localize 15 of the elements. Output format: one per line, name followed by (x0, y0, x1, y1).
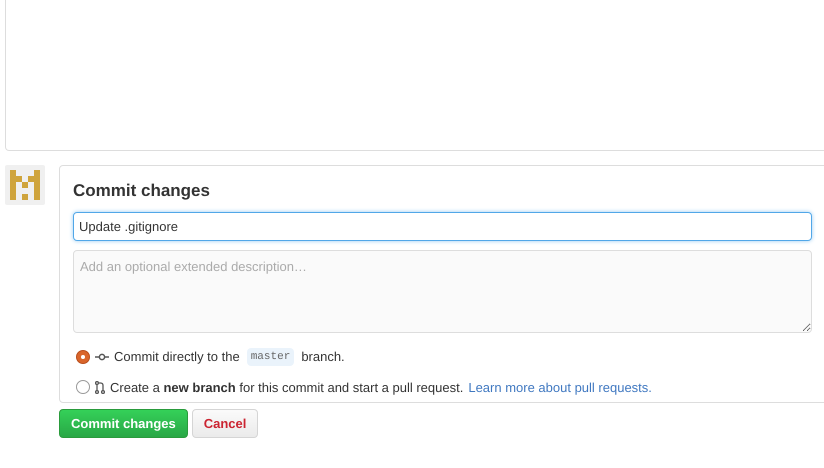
option-label: branch. (301, 348, 345, 366)
branch-name: master (246, 348, 294, 366)
commit-icon (95, 352, 109, 361)
pull-request-icon (95, 380, 105, 394)
option-label: Commit directly to the (114, 348, 240, 366)
commit-title: Commit changes (73, 180, 211, 202)
learn-more-link[interactable]: Learn more about pull requests. (468, 378, 652, 397)
option-label: Create a new branch for this commit and start a pull request. (110, 378, 464, 397)
radio-button[interactable] (76, 350, 90, 364)
cancel-button[interactable]: Cancel (192, 409, 258, 438)
commit-button[interactable]: Commit changes (59, 409, 188, 438)
radio-button[interactable] (76, 380, 90, 394)
summary-field[interactable]: Update .gitignore (73, 212, 812, 241)
avatar-drawing (5, 165, 45, 205)
description-field[interactable]: Add an optional extended description… (73, 250, 812, 333)
